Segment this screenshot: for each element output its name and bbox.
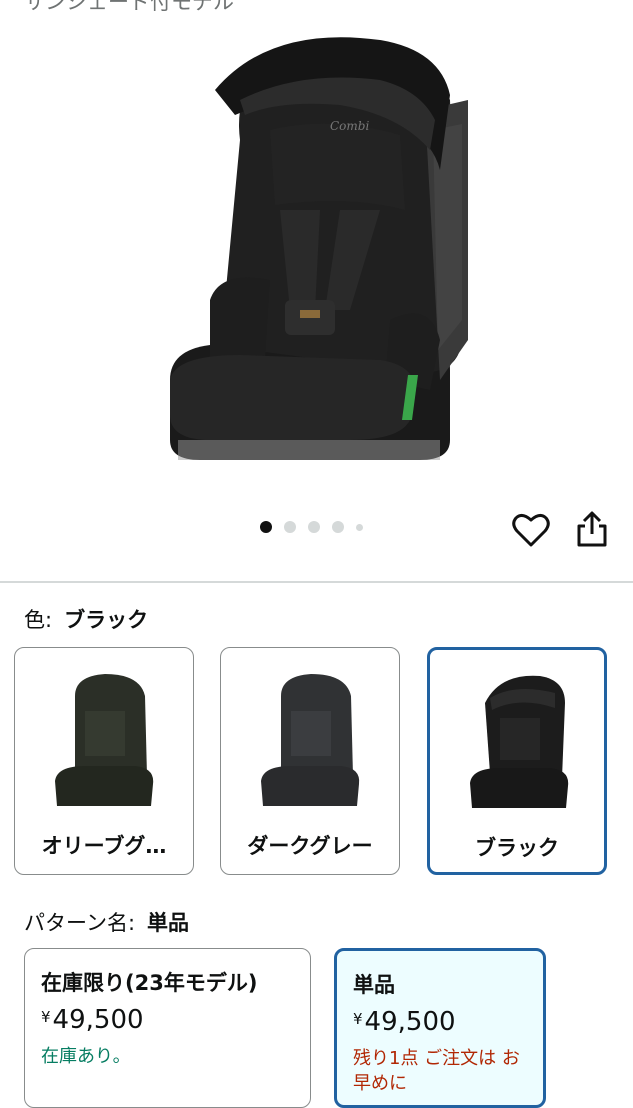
price-value: 49,500 <box>52 1005 144 1035</box>
color-option-image <box>55 674 154 806</box>
carousel-dot-1[interactable] <box>260 521 272 533</box>
color-label: 色: <box>24 608 53 632</box>
color-option-name: ブラック <box>475 836 559 860</box>
color-label-row: 色: ブラック <box>24 604 148 634</box>
pattern-option-single[interactable]: 単品 ¥49,500 残り1点 ご注文は お早めに <box>334 948 546 1108</box>
color-option-black[interactable]: ブラック <box>427 647 607 875</box>
pattern-label-row: パターン名: 単品 <box>24 907 189 937</box>
product-image: Combi <box>170 37 468 460</box>
currency-symbol: ¥ <box>353 1010 363 1028</box>
section-divider <box>0 581 633 583</box>
pattern-label: パターン名: <box>24 911 136 935</box>
pattern-option-price: ¥49,500 <box>41 1005 144 1035</box>
carousel-dot-2[interactable] <box>284 521 296 533</box>
carousel-dot-3[interactable] <box>308 521 320 533</box>
color-option-olive[interactable]: オリーブグ… <box>14 647 194 875</box>
pattern-option-limited-stock[interactable]: 在庫限り(23年モデル) ¥49,500 在庫あり。 <box>24 948 311 1108</box>
color-option-name: オリーブグ… <box>41 834 167 858</box>
color-option-image <box>261 674 360 806</box>
pattern-selected-value: 単品 <box>147 911 190 935</box>
pattern-option-price: ¥49,500 <box>353 1007 456 1037</box>
stock-status: 残り1点 ご注文は お早めに <box>353 1048 520 1094</box>
brand-logo: Combi <box>330 119 369 133</box>
stock-status: 在庫あり。 <box>41 1046 131 1067</box>
currency-symbol: ¥ <box>41 1008 51 1026</box>
heart-icon[interactable] <box>512 512 550 548</box>
product-image-carousel[interactable]: Combi <box>0 0 633 580</box>
share-icon[interactable] <box>575 510 609 548</box>
color-option-image <box>470 675 569 808</box>
price-value: 49,500 <box>364 1007 456 1037</box>
carousel-indicator <box>260 521 363 533</box>
color-selected-value: ブラック <box>64 608 149 632</box>
carousel-dot-5[interactable] <box>356 523 363 531</box>
pattern-option-title: 在庫限り(23年モデル) <box>41 971 258 995</box>
color-option-name: ダークグレー <box>247 834 373 858</box>
color-option-dark-gray[interactable]: ダークグレー <box>220 647 400 875</box>
pattern-option-title: 単品 <box>353 973 395 997</box>
carousel-dot-4[interactable] <box>332 521 344 533</box>
